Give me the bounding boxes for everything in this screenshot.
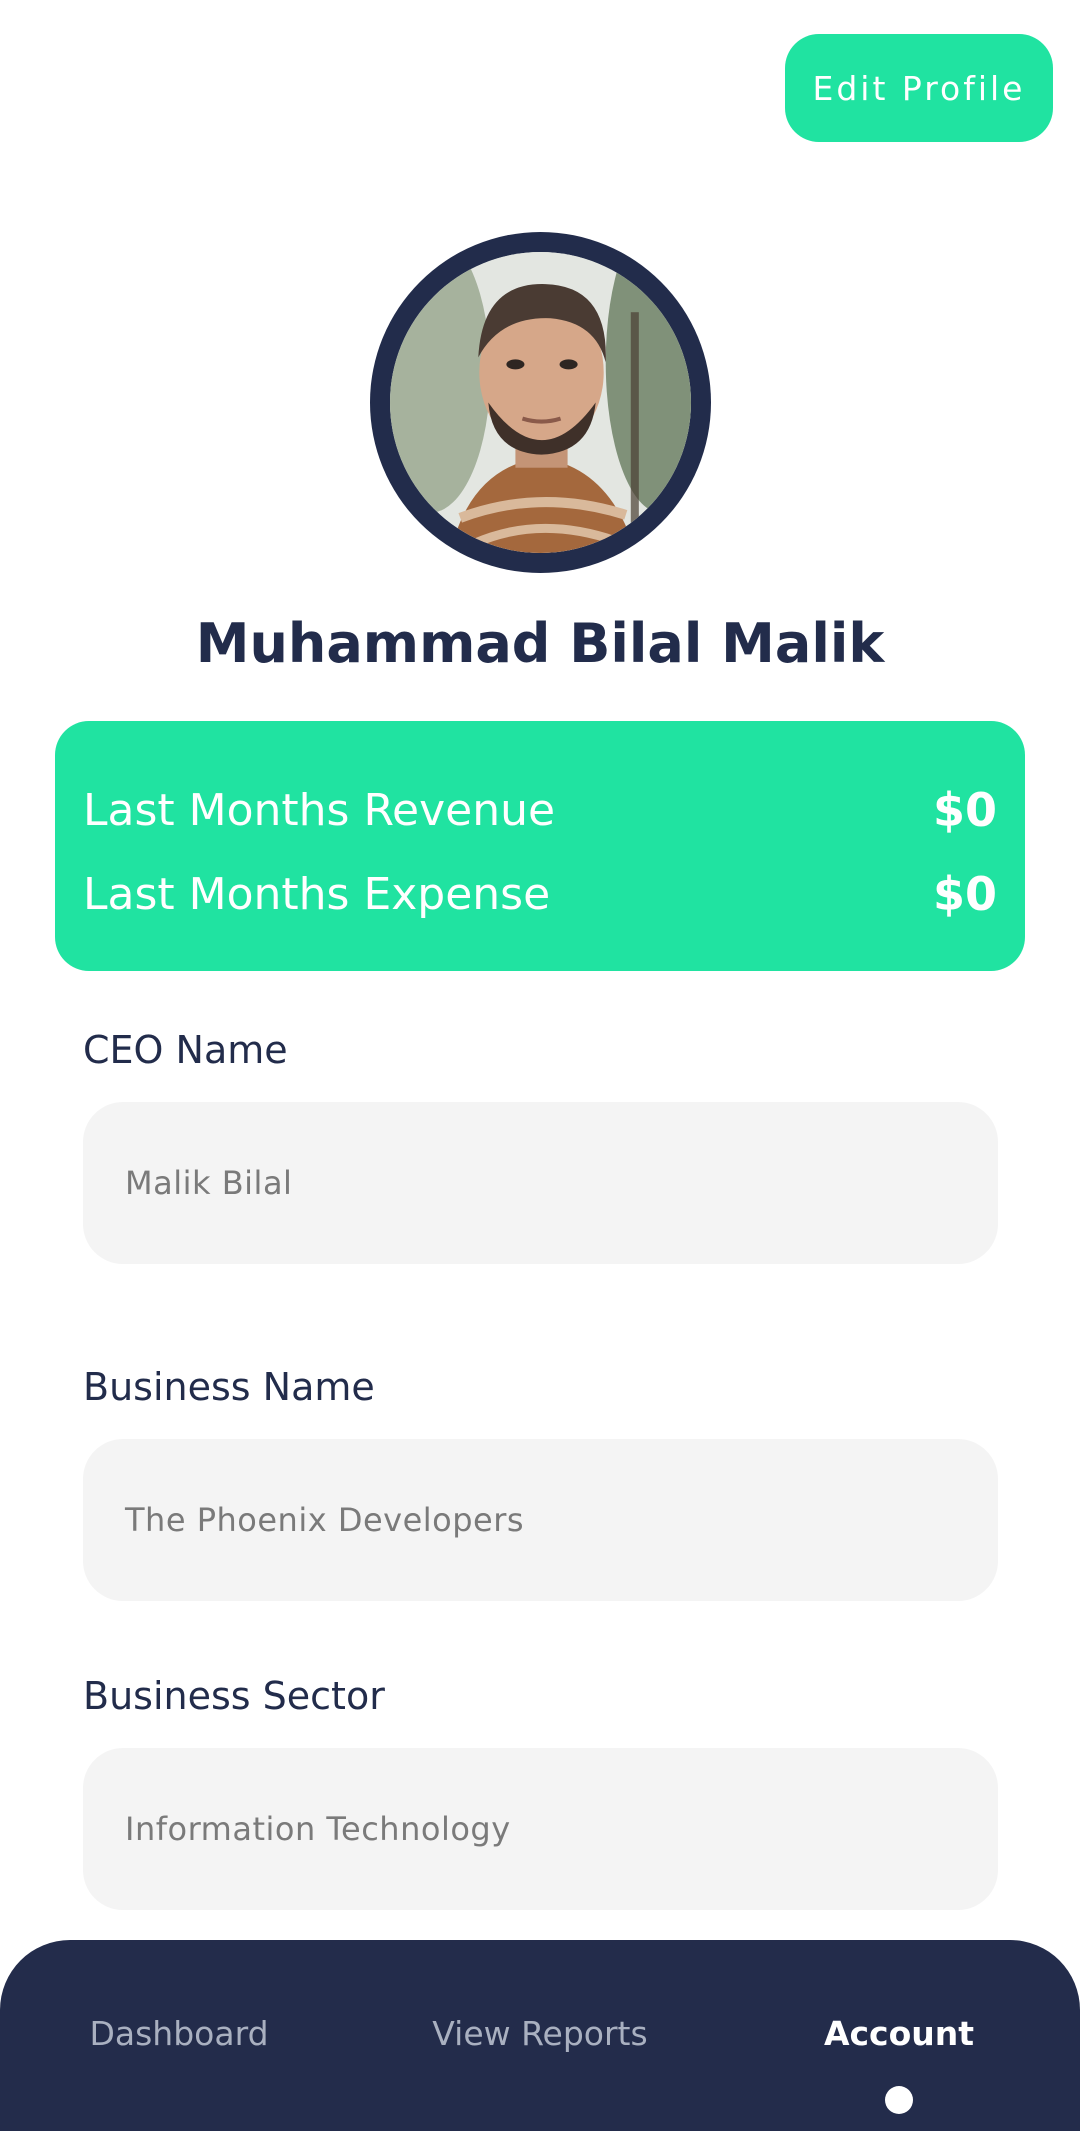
business-sector-label: Business Sector <box>83 1674 385 1718</box>
expense-row: Last Months Expense $0 <box>83 867 997 921</box>
ceo-name-field[interactable]: Malik Bilal <box>83 1102 998 1264</box>
avatar-photo <box>390 252 691 553</box>
avatar <box>370 232 711 573</box>
business-sector-field[interactable]: Information Technology <box>83 1748 998 1910</box>
expense-label: Last Months Expense <box>83 868 551 920</box>
revenue-label: Last Months Revenue <box>83 784 556 836</box>
edit-profile-button[interactable]: Edit Profile <box>785 34 1053 142</box>
profile-name: Muhammad Bilal Malik <box>195 612 885 675</box>
business-name-field[interactable]: The Phoenix Developers <box>83 1439 998 1601</box>
revenue-value: $0 <box>932 783 997 837</box>
bottom-navigation: Dashboard View Reports Account <box>0 1940 1080 2131</box>
active-indicator-dot <box>885 2086 913 2114</box>
revenue-row: Last Months Revenue $0 <box>83 783 997 837</box>
nav-item-view-reports[interactable]: View Reports <box>432 2014 647 2053</box>
ceo-name-label: CEO Name <box>83 1028 288 1072</box>
nav-item-account[interactable]: Account <box>824 2014 974 2053</box>
revenue-summary-card: Last Months Revenue $0 Last Months Expen… <box>55 721 1025 971</box>
business-name-label: Business Name <box>83 1365 375 1409</box>
nav-item-dashboard[interactable]: Dashboard <box>89 2014 268 2053</box>
expense-value: $0 <box>932 867 997 921</box>
